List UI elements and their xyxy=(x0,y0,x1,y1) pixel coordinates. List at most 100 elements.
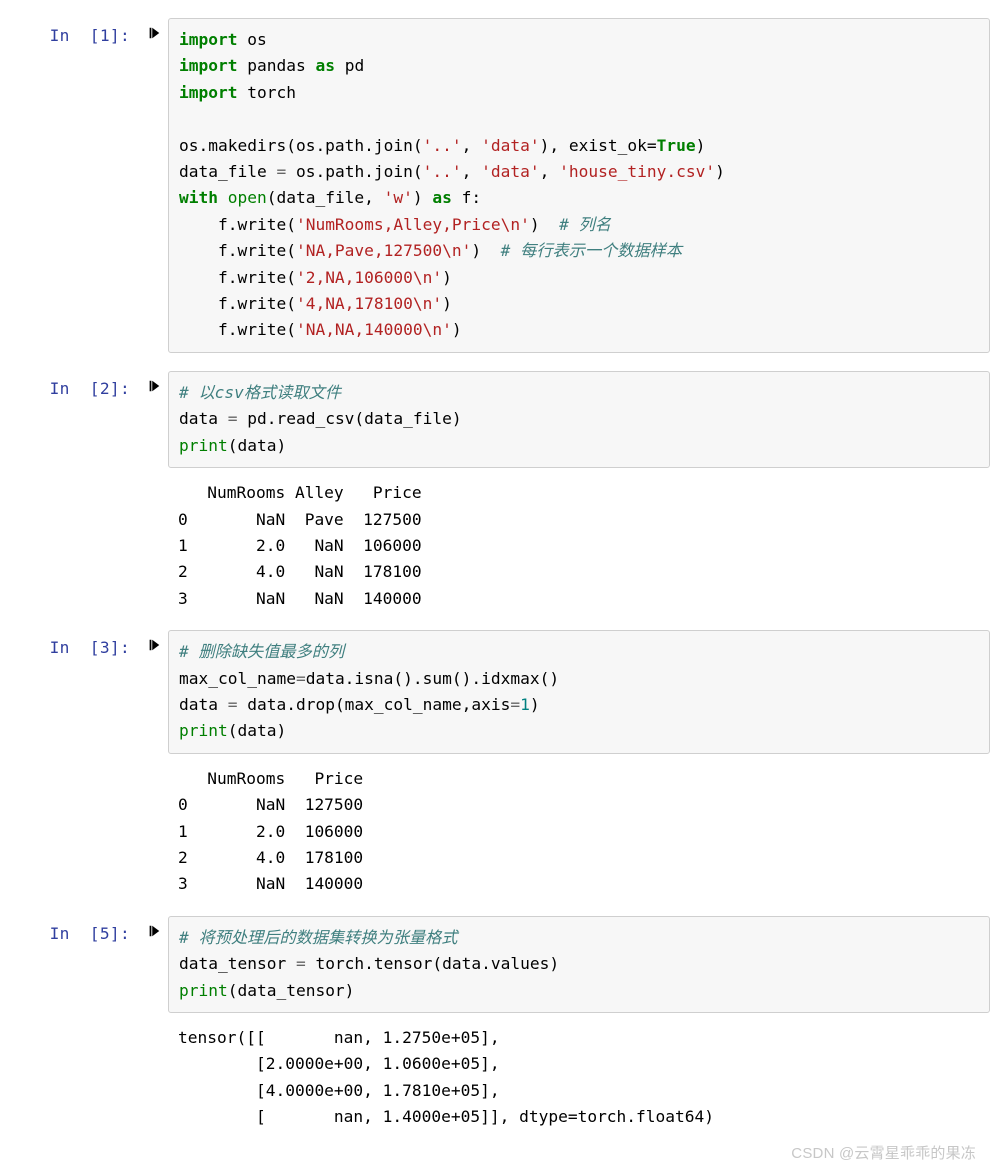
input-prompt: In [3]: xyxy=(50,638,130,657)
token-str: 'w' xyxy=(384,188,413,207)
code-line: os.makedirs(os.path.join('..', 'data'), … xyxy=(179,133,979,159)
token-id xyxy=(218,188,228,207)
run-column xyxy=(140,371,168,393)
token-id: pandas xyxy=(237,56,315,75)
token-id: torch.tensor(data.values) xyxy=(306,954,559,973)
token-id: ) xyxy=(471,241,500,260)
code-input[interactable]: # 将预处理后的数据集转换为张量格式 data_tensor = torch.te… xyxy=(168,916,990,1013)
code-cell: In [3]:# 删除缺失值最多的列max_col_name=data.isna… xyxy=(0,630,990,898)
code-line: print(data_tensor) xyxy=(179,978,979,1004)
code-line: f.write('4,NA,178100\n') xyxy=(179,291,979,317)
token-id: , xyxy=(540,162,560,181)
token-op: = xyxy=(296,954,306,973)
output-line: [2.0000e+00, 1.0600e+05], xyxy=(178,1051,990,1077)
token-id: data.isna().sum().idxmax() xyxy=(306,669,559,688)
token-kw: import xyxy=(179,83,237,102)
token-id: data xyxy=(179,695,228,714)
token-id: pd.read_csv(data_file) xyxy=(237,409,461,428)
code-input[interactable]: # 以csv格式读取文件data = pd.read_csv(data_file… xyxy=(168,371,990,468)
token-id: (data_tensor) xyxy=(228,981,355,1000)
token-str: '4,NA,178100\n' xyxy=(296,294,442,313)
token-id: f: xyxy=(452,188,481,207)
token-str: 'data' xyxy=(481,136,539,155)
cell-content: # 以csv格式读取文件data = pd.read_csv(data_file… xyxy=(168,371,990,612)
code-cell: In [1]:import osimport pandas as pdimpor… xyxy=(0,18,990,353)
token-id: os.makedirs(os.path.join( xyxy=(179,136,423,155)
code-cell: In [2]:# 以csv格式读取文件data = pd.read_csv(da… xyxy=(0,371,990,612)
token-id: f.write( xyxy=(179,320,296,339)
output-line: NumRooms Price xyxy=(178,766,990,792)
code-line: print(data) xyxy=(179,718,979,744)
output-line: [ nan, 1.4000e+05]], dtype=torch.float64… xyxy=(178,1104,990,1130)
code-line: f.write('NA,Pave,127500\n') # 每行表示一个数据样本 xyxy=(179,238,979,264)
code-input[interactable]: # 删除缺失值最多的列max_col_name=data.isna().sum(… xyxy=(168,630,990,754)
token-id: ) xyxy=(696,136,706,155)
run-cell-icon[interactable] xyxy=(147,924,161,938)
code-input[interactable]: import osimport pandas as pdimport torch… xyxy=(168,18,990,353)
token-id: (data) xyxy=(228,436,286,455)
code-line: import pandas as pd xyxy=(179,53,979,79)
token-id: (data) xyxy=(228,721,286,740)
token-kw: import xyxy=(179,30,237,49)
output-line: tensor([[ nan, 1.2750e+05], xyxy=(178,1025,990,1051)
token-builtin: print xyxy=(179,981,228,1000)
output-line: 2 4.0 178100 xyxy=(178,845,990,871)
token-id: ) xyxy=(413,188,433,207)
code-line: import torch xyxy=(179,80,979,106)
cell-content: # 将预处理后的数据集转换为张量格式 data_tensor = torch.te… xyxy=(168,916,990,1131)
token-cmt: # 以csv格式读取文件 xyxy=(179,383,341,402)
token-id: f.write( xyxy=(179,294,296,313)
token-str: '2,NA,106000\n' xyxy=(296,268,442,287)
token-str: 'NA,Pave,127500\n' xyxy=(296,241,471,260)
code-line: data_tensor = torch.tensor(data.values) xyxy=(179,951,979,977)
token-kw: with xyxy=(179,188,218,207)
token-id: (data_file, xyxy=(267,188,384,207)
token-id: pd xyxy=(335,56,364,75)
token-str: '..' xyxy=(423,162,462,181)
token-id: , xyxy=(462,136,482,155)
cell-output: NumRooms Price0 NaN 1275001 2.0 1060002 … xyxy=(168,760,990,898)
run-column xyxy=(140,916,168,938)
token-id: f.write( xyxy=(179,215,296,234)
code-line: print(data) xyxy=(179,433,979,459)
code-line: import os xyxy=(179,27,979,53)
notebook: In [1]:import osimport pandas as pdimpor… xyxy=(0,0,990,1159)
run-cell-icon[interactable] xyxy=(147,638,161,652)
output-line: 1 2.0 106000 xyxy=(178,819,990,845)
output-line: 2 4.0 NaN 178100 xyxy=(178,559,990,585)
code-line: # 删除缺失值最多的列 xyxy=(179,639,979,665)
output-line: 1 2.0 NaN 106000 xyxy=(178,533,990,559)
code-line: data = data.drop(max_col_name,axis=1) xyxy=(179,692,979,718)
output-line: 3 NaN NaN 140000 xyxy=(178,586,990,612)
output-line: NumRooms Alley Price xyxy=(178,480,990,506)
token-id: f.write( xyxy=(179,241,296,260)
token-id: torch xyxy=(237,83,295,102)
cell-output: NumRooms Alley Price0 NaN Pave 1275001 2… xyxy=(168,474,990,612)
token-builtin: print xyxy=(179,436,228,455)
token-op: = xyxy=(296,669,306,688)
token-kw: as xyxy=(315,56,335,75)
run-cell-icon[interactable] xyxy=(147,379,161,393)
code-line: f.write('NumRooms,Alley,Price\n') # 列名 xyxy=(179,212,979,238)
output-line: 0 NaN Pave 127500 xyxy=(178,507,990,533)
token-id: ), exist_ok= xyxy=(540,136,657,155)
token-builtin: print xyxy=(179,721,228,740)
token-id: ) xyxy=(452,320,462,339)
token-id: os.path.join( xyxy=(286,162,422,181)
cell-content: # 删除缺失值最多的列max_col_name=data.isna().sum(… xyxy=(168,630,990,898)
token-id: data_file xyxy=(179,162,276,181)
token-op: = xyxy=(276,162,286,181)
run-cell-icon[interactable] xyxy=(147,26,161,40)
token-builtin: open xyxy=(228,188,267,207)
token-cmt: # 将预处理后的数据集转换为张量格式 xyxy=(179,928,458,947)
token-id: ) xyxy=(530,695,540,714)
cell-content: import osimport pandas as pdimport torch… xyxy=(168,18,990,353)
prompt-column: In [5]: xyxy=(0,916,140,943)
code-cell: In [5]: # 将预处理后的数据集转换为张量格式 data_tensor = t… xyxy=(0,916,990,1131)
token-id: ) xyxy=(442,268,452,287)
token-str: 'NumRooms,Alley,Price\n' xyxy=(296,215,530,234)
token-id: data xyxy=(179,409,228,428)
token-str: 'NA,NA,140000\n' xyxy=(296,320,452,339)
token-id: data_tensor xyxy=(179,954,296,973)
input-prompt: In [5]: xyxy=(50,924,130,943)
